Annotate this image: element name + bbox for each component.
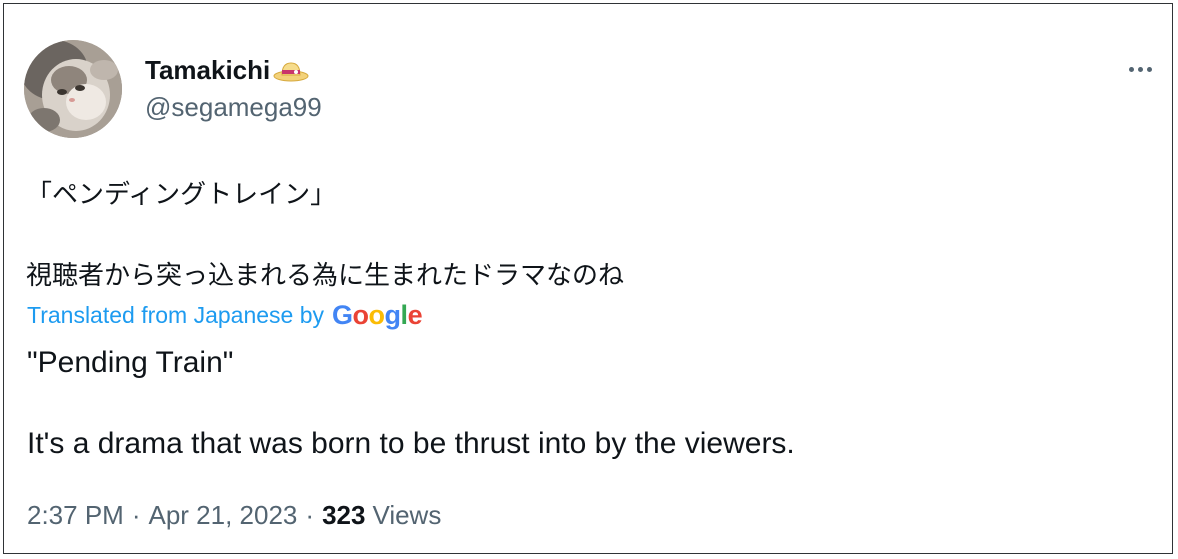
views-count: 323 — [322, 500, 366, 530]
tweet-meta: 2:37 PM · Apr 21, 2023 · 323 Views — [27, 500, 441, 531]
kitten-photo — [24, 40, 122, 138]
meta-separator: · — [305, 500, 315, 530]
translation-attribution[interactable]: Translated from Japanese by Google — [27, 298, 423, 332]
tweet-card: Tamakichi @segamega99 「ペンディングトレイン」 視聴者から… — [3, 3, 1173, 554]
meta-separator: · — [131, 500, 141, 530]
tweet-translation-line: "Pending Train" — [27, 346, 234, 379]
author-handle[interactable]: @segamega99 — [145, 92, 322, 123]
tweet-translation-line: It's a drama that was born to be thrust … — [27, 427, 795, 460]
display-name[interactable]: Tamakichi — [145, 55, 270, 86]
author-name-row[interactable]: Tamakichi — [145, 53, 310, 87]
tweet-date[interactable]: Apr 21, 2023 — [149, 500, 298, 531]
more-options-icon[interactable] — [1120, 57, 1160, 81]
tweet-original-line: 視聴者から突っ込まれる為に生まれたドラマなのね — [26, 261, 625, 291]
more-dot — [1128, 66, 1134, 72]
tweet-original-line: 「ペンディングトレイン」 — [26, 180, 337, 210]
views-label: Views — [372, 500, 442, 530]
translated-from-link[interactable]: Translated from Japanese by — [27, 302, 324, 329]
more-dot — [1137, 66, 1143, 72]
tweet-time[interactable]: 2:37 PM — [27, 500, 124, 531]
straw-hat-icon — [272, 57, 310, 83]
avatar[interactable] — [24, 40, 122, 138]
google-logo: Google — [332, 299, 423, 330]
more-dot — [1146, 66, 1152, 72]
